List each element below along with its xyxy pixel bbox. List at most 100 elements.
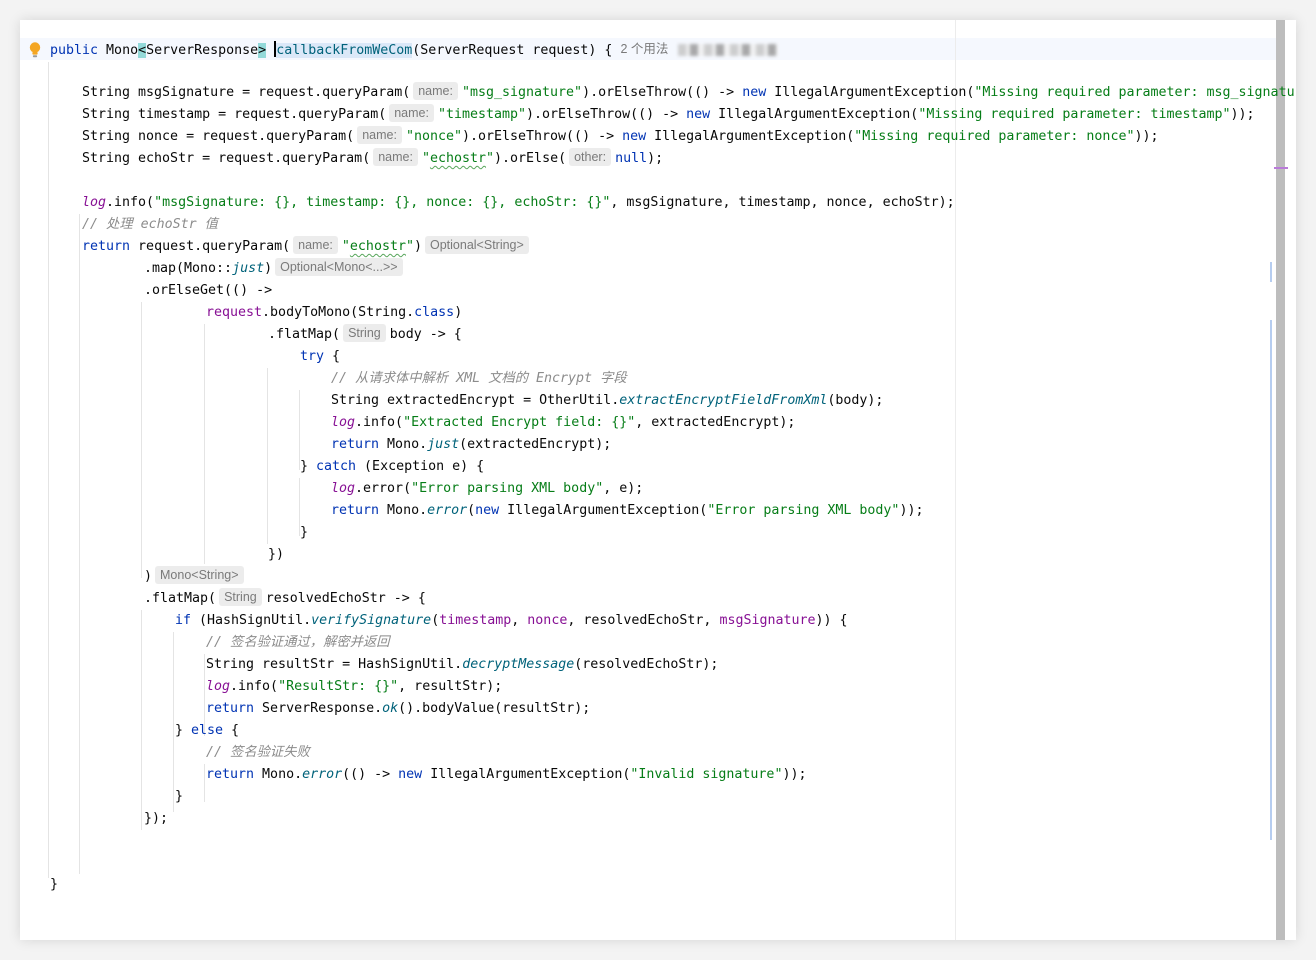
- code-comment: // 签名验证通过，解密并返回: [206, 635, 390, 650]
- scope-marker: [1270, 262, 1272, 282]
- code-token: }): [268, 547, 285, 562]
- code-token: timestamp: [439, 613, 512, 628]
- string-literal: "Extracted Encrypt field: {}": [403, 415, 636, 430]
- type-hint: Optional<Mono<...>>: [275, 258, 403, 276]
- code-token: new: [686, 107, 711, 122]
- indent-guide: [204, 324, 205, 564]
- code-token: ): [144, 569, 153, 584]
- code-token: String nonce = request.queryParam(: [82, 129, 355, 144]
- scrollbar-marker: [1274, 167, 1288, 169]
- code-line: .map(Mono::just) Optional<Mono<...>>: [144, 258, 407, 280]
- bracket-match: <: [138, 43, 147, 58]
- code-token: request.queryParam(: [130, 239, 291, 254]
- string-literal: "msgSignature: {}, timestamp: {}, nonce:…: [154, 195, 611, 210]
- code-token: ().bodyValue(resultStr);: [398, 701, 591, 716]
- string-literal: ": [405, 239, 414, 254]
- code-token: ));: [1134, 129, 1159, 144]
- indent-guide: [204, 764, 205, 802]
- code-token: .info(: [355, 415, 404, 430]
- code-token: .flatMap(: [144, 591, 217, 606]
- code-token: ).orElseThrow(() ->: [461, 129, 623, 144]
- code-editor[interactable]: public Mono<ServerResponse> callbackFrom…: [20, 20, 1296, 940]
- bracket-match: >: [258, 43, 267, 58]
- code-token: try: [300, 349, 325, 364]
- code-token: log: [82, 195, 107, 210]
- vertical-scrollbar[interactable]: [1276, 20, 1285, 940]
- code-token: (resolvedEchoStr);: [574, 657, 719, 672]
- code-token: String extractedEncrypt = OtherUtil.: [331, 393, 620, 408]
- code-token: ServerResponse.: [254, 701, 383, 716]
- code-token: verifySignature: [311, 613, 432, 628]
- indent-guide: [79, 214, 80, 874]
- param-hint: name:: [373, 148, 418, 166]
- code-line: ) Mono<String>: [144, 566, 248, 588]
- redacted-author: [678, 44, 779, 56]
- code-token: just: [427, 437, 460, 452]
- param-hint: other:: [569, 148, 612, 166]
- code-line: String msgSignature = request.queryParam…: [82, 82, 1296, 104]
- code-token: );: [647, 151, 664, 166]
- code-token: (ServerRequest request) {: [412, 43, 613, 58]
- param-hint: name:: [293, 236, 338, 254]
- indent-guide: [267, 368, 268, 544]
- code-token: public: [50, 43, 99, 58]
- code-line: } catch (Exception e) {: [300, 456, 484, 478]
- code-token: new: [622, 129, 647, 144]
- code-token: return: [82, 239, 131, 254]
- code-line: }: [50, 874, 58, 896]
- code-token: just: [232, 261, 265, 276]
- code-line: // 处理 echoStr 值: [82, 214, 218, 236]
- string-literal: "Error parsing XML body": [411, 481, 604, 496]
- code-token: nonce: [527, 613, 568, 628]
- code-line: return Mono.just(extractedEncrypt);: [331, 434, 611, 456]
- string-literal: ": [341, 239, 350, 254]
- code-token: ,: [511, 613, 528, 628]
- code-token: IllegalArgumentException(: [422, 767, 631, 782]
- string-literal: "timestamp": [437, 107, 527, 122]
- method-name: callbackFromWeCom: [276, 43, 413, 58]
- type-hint: String: [343, 324, 386, 342]
- code-token: null: [615, 151, 648, 166]
- code-token: msgSignature: [719, 613, 816, 628]
- code-token: , e);: [603, 481, 644, 496]
- code-line: }): [268, 544, 284, 566]
- code-token: IllegalArgumentException(: [499, 503, 708, 518]
- usages-hint[interactable]: 2 个用法: [620, 38, 668, 60]
- code-token: catch: [316, 459, 357, 474]
- code-token: error: [427, 503, 468, 518]
- code-line: }: [300, 522, 308, 544]
- code-line: .flatMap(String body -> {: [268, 324, 462, 346]
- code-token: )) {: [815, 613, 848, 628]
- code-line: } else {: [175, 720, 239, 742]
- indent-guide: [48, 62, 49, 878]
- code-line: // 签名验证通过，解密并返回: [206, 632, 390, 654]
- code-token: log: [331, 415, 356, 430]
- code-token: ));: [782, 767, 807, 782]
- code-token: .info(: [106, 195, 155, 210]
- code-line: log.error("Error parsing XML body", e);: [331, 478, 643, 500]
- code-line: // 从请求体中解析 XML 文档的 Encrypt 字段: [331, 368, 627, 390]
- string-literal: "ResultStr: {}": [278, 679, 399, 694]
- code-token: else: [191, 723, 224, 738]
- code-line: }: [175, 786, 183, 808]
- code-line: return ServerResponse.ok().bodyValue(res…: [206, 698, 590, 720]
- lightbulb-icon[interactable]: [28, 41, 42, 59]
- string-literal: "Missing required parameter: msg_signatu…: [974, 85, 1296, 100]
- code-token: ): [413, 239, 422, 254]
- code-token: new: [475, 503, 500, 518]
- code-token: .info(: [230, 679, 279, 694]
- code-token: extractEncryptFieldFromXml: [619, 393, 828, 408]
- code-token: .map(Mono::: [144, 261, 233, 276]
- code-token: Mono.: [254, 767, 303, 782]
- code-token: }: [300, 525, 309, 540]
- code-token: .bodyToMono(String.: [262, 305, 415, 320]
- code-token: , resolvedEchoStr,: [567, 613, 720, 628]
- code-token: if: [175, 613, 192, 628]
- param-hint: name:: [413, 82, 458, 100]
- code-token: ));: [1230, 107, 1255, 122]
- code-line: });: [144, 808, 168, 830]
- indent-guide: [141, 302, 142, 578]
- code-token: return: [206, 767, 255, 782]
- code-token: (extractedEncrypt);: [459, 437, 612, 452]
- code-token: resolvedEchoStr -> {: [265, 591, 426, 606]
